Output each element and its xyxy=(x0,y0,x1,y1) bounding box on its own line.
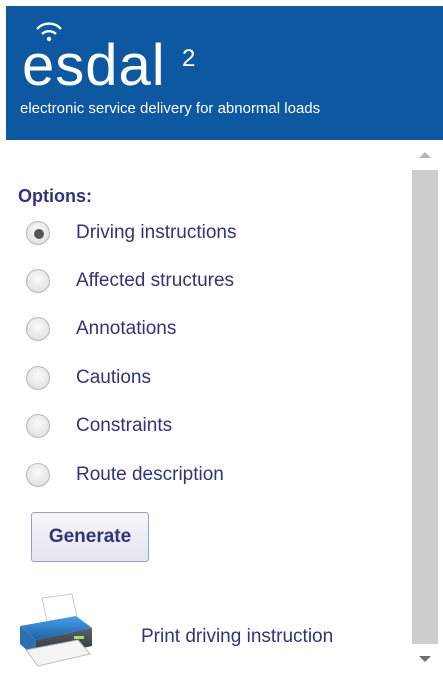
option-label: Constraints xyxy=(76,415,173,436)
generate-button[interactable]: Generate xyxy=(31,512,149,562)
option-driving-instructions[interactable]: Driving instructions xyxy=(26,218,237,248)
radio-button[interactable] xyxy=(26,269,50,293)
app-header: esdal 2 electronic service delivery for … xyxy=(6,6,443,140)
printer-icon[interactable] xyxy=(12,592,100,674)
radio-button[interactable] xyxy=(26,414,50,438)
option-label: Affected structures xyxy=(76,270,235,291)
options-panel: Options: Driving instructions Affected s… xyxy=(0,140,443,677)
option-label: Route description xyxy=(76,464,224,485)
option-affected-structures[interactable]: Affected structures xyxy=(26,266,234,296)
radio-button[interactable] xyxy=(26,463,50,487)
vertical-scrollbar[interactable] xyxy=(410,142,440,672)
option-constraints[interactable]: Constraints xyxy=(26,411,172,441)
options-heading: Options: xyxy=(18,186,92,206)
option-cautions[interactable]: Cautions xyxy=(26,363,151,393)
option-label: Annotations xyxy=(76,318,177,339)
radio-button[interactable] xyxy=(26,366,50,390)
option-label: Driving instructions xyxy=(76,222,237,243)
scroll-down-arrow-icon[interactable] xyxy=(419,656,431,662)
scroll-up-arrow-icon[interactable] xyxy=(419,152,431,158)
scrollbar-thumb[interactable] xyxy=(412,170,438,644)
option-label: Cautions xyxy=(76,367,151,388)
logo-tagline: electronic service delivery for abnormal… xyxy=(20,100,321,117)
radio-button[interactable] xyxy=(26,317,50,341)
option-route-description[interactable]: Route description xyxy=(26,460,224,490)
logo-text: esdal xyxy=(22,33,166,98)
radio-button-checked[interactable] xyxy=(26,221,50,245)
print-driving-instruction-link[interactable]: Print driving instruction xyxy=(141,626,333,648)
logo-superscript: 2 xyxy=(182,45,196,72)
option-annotations[interactable]: Annotations xyxy=(26,314,176,344)
